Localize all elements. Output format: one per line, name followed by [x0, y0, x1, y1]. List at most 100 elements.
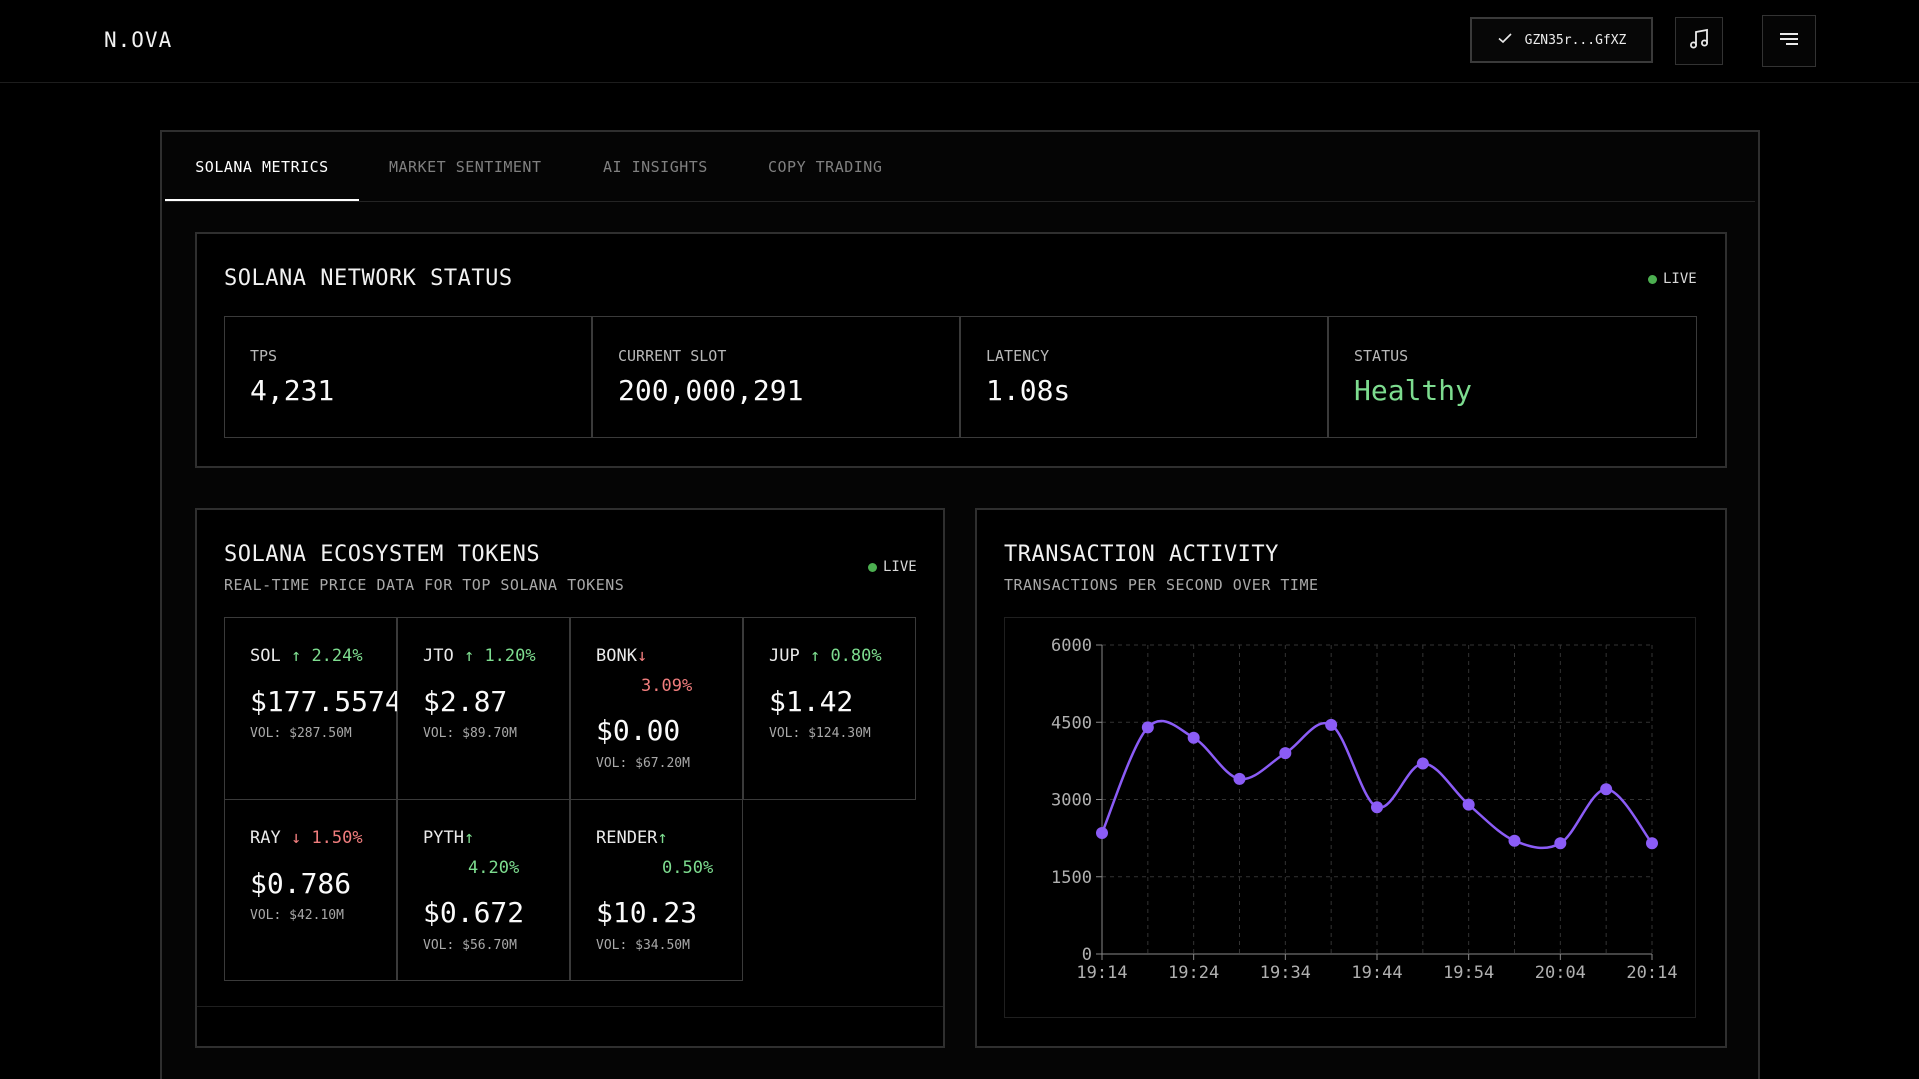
tab-ai-insights[interactable]: AI INSIGHTS: [603, 134, 708, 201]
token-card-pyth[interactable]: PYTH↑ 4.20% $0.672 VOL: $56.70M: [397, 799, 570, 981]
token-card-jto[interactable]: JTO ↑ 1.20% $2.87 VOL: $89.70M: [397, 617, 570, 800]
x-tick-label: 19:44: [1351, 963, 1402, 983]
token-symbol: BONK↓: [596, 646, 648, 666]
token-price: $0.00: [596, 714, 681, 747]
menu-icon: [1777, 30, 1801, 52]
tab-copy-trading[interactable]: COPY TRADING: [768, 134, 882, 201]
token-price: $177.5574: [250, 685, 402, 718]
token-card-ray[interactable]: RAY ↓ 1.50% $0.786 VOL: $42.10M: [224, 799, 397, 981]
wallet-address: GZN35r...GfXZ: [1524, 32, 1627, 48]
wallet-button[interactable]: GZN35r...GfXZ: [1470, 17, 1653, 63]
live-label: LIVE: [1663, 271, 1697, 287]
token-change: ↑ 2.24%: [290, 646, 363, 666]
token-volume: VOL: $124.30M: [769, 726, 871, 741]
token-card-render[interactable]: RENDER↑ 0.50% $10.23 VOL: $34.50M: [570, 799, 743, 981]
token-price: $0.672: [423, 896, 525, 929]
y-tick-label: 4500: [1051, 713, 1092, 733]
tab-solana-metrics[interactable]: SOLANA METRICS: [165, 134, 359, 201]
token-volume: VOL: $89.70M: [423, 726, 517, 741]
data-point: [1646, 837, 1658, 850]
x-tick-label: 19:24: [1168, 963, 1219, 983]
token-symbol: JTO ↑ 1.20%: [423, 646, 536, 666]
data-point: [1279, 747, 1292, 760]
token-volume: VOL: $56.70M: [423, 938, 517, 953]
data-point: [1600, 783, 1613, 796]
data-point: [1096, 826, 1108, 839]
data-point: [1233, 772, 1246, 785]
x-tick-label: 19:54: [1443, 963, 1494, 983]
data-point: [1462, 798, 1475, 811]
token-price: $1.42: [769, 685, 854, 718]
token-symbol: SOL ↑ 2.24%: [250, 646, 363, 666]
tab-market-sentiment[interactable]: MARKET SENTIMENT: [389, 134, 542, 201]
x-tick-label: 19:14: [1076, 963, 1127, 983]
stat-label: LATENCY: [986, 347, 1050, 365]
token-symbol: RAY ↓ 1.50%: [250, 828, 363, 848]
x-tick-label: 20:04: [1535, 963, 1586, 983]
token-card-bonk[interactable]: BONK↓ 3.09% $0.00 VOL: $67.20M: [570, 617, 743, 800]
token-change-arrow: ↓: [636, 646, 648, 666]
y-tick-label: 3000: [1051, 791, 1092, 811]
token-symbol: JUP ↑ 0.80%: [769, 646, 882, 666]
live-dot: [868, 562, 877, 572]
token-card-jup[interactable]: JUP ↑ 0.80% $1.42 VOL: $124.30M: [743, 617, 916, 800]
token-price: $2.87: [423, 685, 508, 718]
data-point: [1141, 721, 1154, 734]
token-volume: VOL: $42.10M: [250, 908, 344, 923]
stat-value: 200,000,291: [618, 374, 804, 407]
x-tick-label: 20:14: [1626, 963, 1677, 983]
stat-value: 4,231: [250, 374, 335, 407]
tokens-title: SOLANA ECOSYSTEM TOKENS: [224, 542, 541, 567]
status-healthy: Healthy: [1354, 374, 1473, 407]
menu-button[interactable]: [1762, 15, 1816, 67]
data-point: [1187, 731, 1200, 744]
check-icon: [1497, 30, 1513, 50]
network-live-indicator: LIVE: [1648, 271, 1697, 287]
y-tick-label: 0: [1082, 945, 1092, 965]
live-dot: [1648, 274, 1657, 284]
token-change: 0.50%: [662, 858, 714, 878]
token-volume: VOL: $34.50M: [596, 938, 690, 953]
music-button[interactable]: [1675, 17, 1723, 65]
token-volume: VOL: $287.50M: [250, 726, 352, 741]
stat-label: STATUS: [1354, 347, 1409, 365]
tokens-live-indicator: LIVE: [868, 559, 917, 575]
token-change: 3.09%: [641, 676, 693, 696]
activity-title: TRANSACTION ACTIVITY: [1004, 542, 1279, 567]
token-change: ↓ 1.50%: [290, 828, 363, 848]
data-point: [1508, 834, 1521, 847]
stat-tps: TPS 4,231: [224, 316, 592, 438]
network-status-title: SOLANA NETWORK STATUS: [224, 266, 513, 291]
token-symbol: PYTH↑: [423, 828, 475, 848]
token-change: ↑ 1.20%: [463, 646, 536, 666]
stat-current-slot: CURRENT SLOT 200,000,291: [592, 316, 960, 438]
app-logo[interactable]: N.OVA: [104, 28, 172, 52]
activity-subtitle: TRANSACTIONS PER SECOND OVER TIME: [1004, 576, 1319, 594]
live-label: LIVE: [883, 559, 917, 575]
token-price: $0.786: [250, 867, 352, 900]
y-tick-label: 1500: [1051, 868, 1092, 888]
tps-line-chart: 0 1500 3000 4500 6000 19:14 19:24 19:34 19:44 19:…: [1051, 636, 1678, 983]
music-note-icon: [1687, 27, 1711, 55]
data-point: [1554, 837, 1567, 850]
stat-label: TPS: [250, 347, 278, 365]
token-price: $10.23: [596, 896, 698, 929]
token-change-arrow: ↑: [463, 828, 475, 848]
data-point: [1371, 801, 1383, 814]
token-change-arrow: ↑: [657, 828, 668, 848]
stat-latency: LATENCY 1.08s: [960, 316, 1328, 438]
stat-label: CURRENT SLOT: [618, 347, 727, 365]
token-card-sol[interactable]: SOL ↑ 2.24% $177.5574 VOL: $287.50M: [224, 617, 402, 800]
stat-value: 1.08s: [986, 374, 1071, 407]
data-point: [1325, 718, 1338, 731]
token-change: 4.20%: [468, 858, 520, 878]
tab-bar: SOLANA METRICS MARKET SENTIMENT AI INSIG…: [165, 134, 1755, 202]
tokens-subtitle: REAL-TIME PRICE DATA FOR TOP SOLANA TOKE…: [224, 576, 625, 594]
x-tick-label: 19:34: [1260, 963, 1311, 983]
chart-container: 0 1500 3000 4500 6000 19:14 19:24 19:34 19:44 19:…: [1004, 617, 1696, 1018]
stat-status: STATUS Healthy: [1328, 316, 1697, 438]
y-tick-label: 6000: [1051, 636, 1092, 656]
data-point: [1416, 757, 1429, 770]
token-volume: VOL: $67.20M: [596, 756, 690, 771]
token-change: ↑ 0.80%: [809, 646, 882, 666]
